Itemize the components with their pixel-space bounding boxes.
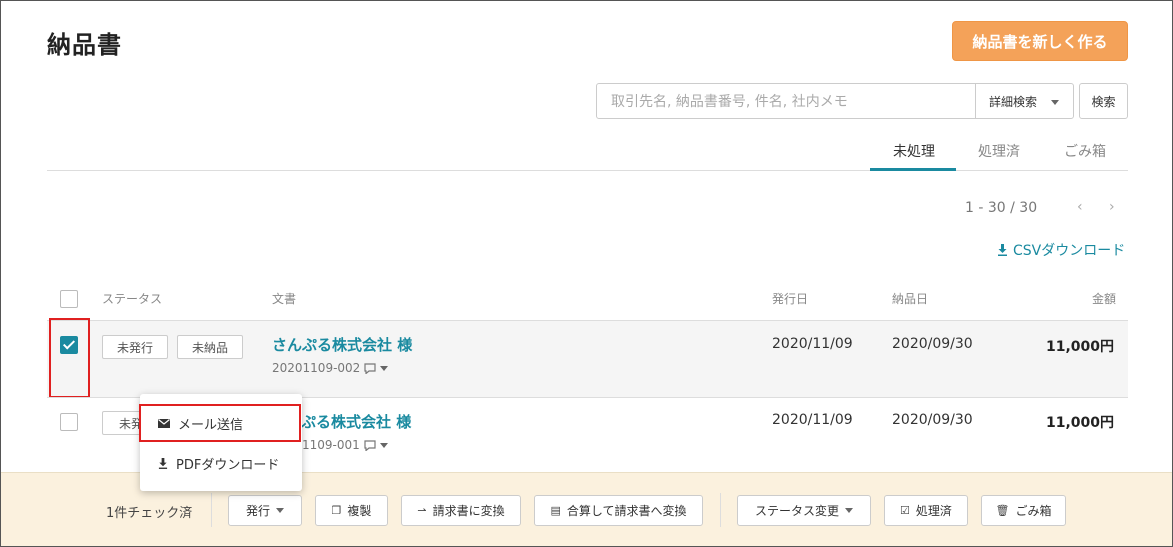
table-row[interactable] bbox=[47, 321, 1128, 397]
prev-page-icon[interactable]: ‹ bbox=[1077, 199, 1083, 215]
mark-processed-label: 処理済 bbox=[915, 504, 952, 518]
page-title: 納品書 bbox=[47, 31, 122, 59]
header-delivery-date: 納品日 bbox=[892, 292, 929, 306]
amount: 11,000円 bbox=[1045, 339, 1114, 355]
checkbox-icon: ☑ bbox=[900, 504, 910, 517]
merge-to-invoice-label: 合算して請求書へ変換 bbox=[566, 504, 687, 518]
header-status: ステータス bbox=[102, 292, 163, 306]
calculator-icon: ▤ bbox=[550, 504, 561, 517]
comment-icon bbox=[364, 439, 376, 451]
pagination-range: 1 - 30 / 30 bbox=[965, 200, 1038, 216]
document-number[interactable]: 1109-001 bbox=[302, 438, 388, 452]
chevron-down-icon bbox=[1051, 100, 1059, 105]
header-issue-date: 発行日 bbox=[772, 292, 809, 306]
status-change-button[interactable]: ステータス変更 bbox=[737, 495, 871, 526]
mail-item-highlight bbox=[139, 404, 301, 442]
csv-download-label: CSVダウンロード bbox=[1013, 243, 1126, 259]
delivery-date: 2020/09/30 bbox=[892, 412, 973, 428]
download-icon bbox=[158, 458, 168, 469]
row-checkbox[interactable] bbox=[60, 413, 78, 431]
active-tab-indicator bbox=[870, 168, 956, 171]
chevron-down-icon bbox=[845, 508, 853, 513]
chevron-down-icon bbox=[276, 508, 284, 513]
convert-icon: ⇀ bbox=[417, 504, 427, 517]
document-number[interactable]: 20201109-002 bbox=[272, 361, 389, 375]
action-bar-divider bbox=[720, 493, 721, 527]
tab-trash[interactable]: ごみ箱 bbox=[1064, 141, 1106, 161]
copy-icon: ❐ bbox=[331, 504, 342, 517]
status-change-label: ステータス変更 bbox=[754, 504, 839, 518]
header-amount: 金額 bbox=[1092, 292, 1117, 306]
issue-date: 2020/11/09 bbox=[772, 412, 853, 428]
issue-button[interactable]: 発行 bbox=[228, 495, 302, 526]
merge-to-invoice-button[interactable]: ▤ 合算して請求書へ変換 bbox=[534, 495, 703, 526]
document-title-link[interactable]: ぷる株式会社 様 bbox=[301, 411, 411, 432]
row-checkbox[interactable] bbox=[60, 336, 78, 354]
tab-unprocessed[interactable]: 未処理 bbox=[893, 141, 935, 161]
trash-icon: 🗑 bbox=[995, 504, 1010, 517]
status-badge: 未納品 bbox=[177, 335, 244, 359]
tabs-divider bbox=[47, 170, 1128, 171]
chevron-down-icon bbox=[380, 365, 389, 371]
check-icon bbox=[62, 337, 76, 350]
trash-button[interactable]: 🗑 ごみ箱 bbox=[981, 495, 1066, 526]
document-number-text: 20201109-002 bbox=[272, 361, 361, 375]
advanced-search-label: 詳細検索 bbox=[989, 94, 1038, 109]
advanced-search-select[interactable]: 詳細検索 bbox=[975, 83, 1074, 119]
action-bar-divider bbox=[211, 493, 212, 527]
next-page-icon[interactable]: › bbox=[1109, 199, 1115, 215]
issue-label: 発行 bbox=[245, 504, 270, 518]
pdf-download-label: PDFダウンロード bbox=[176, 458, 280, 473]
trash-label: ごみ箱 bbox=[1015, 504, 1052, 518]
issue-date: 2020/11/09 bbox=[772, 336, 853, 352]
mark-processed-button[interactable]: ☑ 処理済 bbox=[884, 495, 968, 526]
delivery-date: 2020/09/30 bbox=[892, 336, 973, 352]
header-document: 文書 bbox=[272, 292, 297, 306]
convert-to-invoice-label: 請求書に変換 bbox=[432, 504, 505, 518]
document-title-link[interactable]: さんぷる株式会社 様 bbox=[272, 334, 412, 355]
amount: 11,000円 bbox=[1045, 415, 1114, 431]
download-icon bbox=[998, 244, 1007, 256]
search-button[interactable]: 検索 bbox=[1079, 83, 1128, 119]
checked-count: 1件チェック済 bbox=[106, 506, 193, 521]
search-input[interactable]: 取引先名, 納品書番号, 件名, 社内メモ bbox=[596, 83, 976, 119]
new-delivery-note-button[interactable]: 納品書を新しく作る bbox=[952, 21, 1128, 61]
duplicate-button[interactable]: ❐ 複製 bbox=[315, 495, 388, 526]
tab-processed[interactable]: 処理済 bbox=[978, 141, 1020, 161]
select-all-checkbox[interactable] bbox=[60, 290, 78, 308]
checkbox-highlight bbox=[49, 318, 90, 398]
convert-to-invoice-button[interactable]: ⇀ 請求書に変換 bbox=[401, 495, 521, 526]
csv-download-link[interactable]: CSVダウンロード bbox=[997, 240, 1125, 260]
menu-item-pdf-download[interactable]: PDFダウンロード bbox=[158, 454, 279, 473]
comment-icon bbox=[364, 362, 376, 374]
duplicate-label: 複製 bbox=[347, 504, 372, 518]
chevron-down-icon bbox=[379, 442, 388, 448]
status-badge: 未発行 bbox=[102, 335, 169, 359]
document-number-text: 1109-001 bbox=[302, 438, 360, 452]
